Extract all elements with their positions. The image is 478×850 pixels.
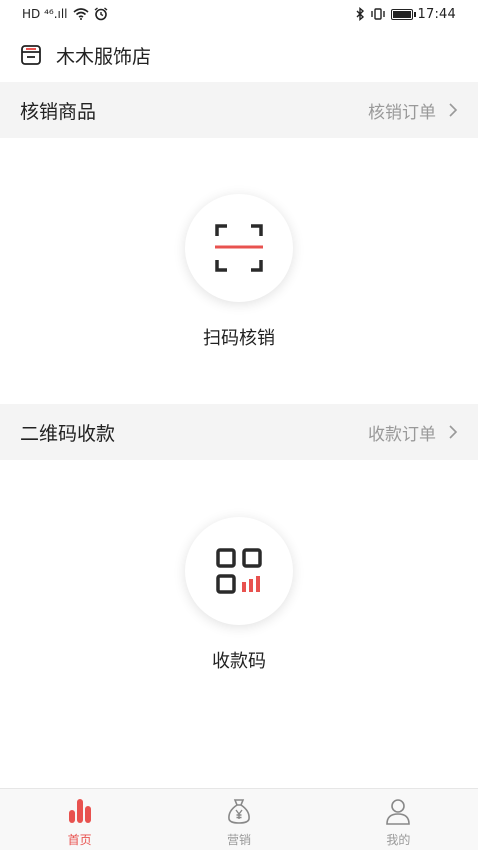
payment-code-action: 收款码 — [0, 517, 478, 673]
payment-code-button[interactable] — [185, 517, 293, 625]
status-left: HD ⁴⁶.ıll — [22, 7, 108, 21]
payment-code-label: 收款码 — [212, 651, 266, 672]
storefront-icon — [21, 45, 41, 65]
nav-item-home[interactable]: 首页 — [0, 789, 159, 850]
nav-item-marketing[interactable]: 营销 — [159, 789, 318, 850]
wifi-icon — [72, 8, 89, 20]
nav-label-marketing: 营销 — [226, 833, 251, 847]
bluetooth-icon — [356, 7, 364, 21]
user-icon — [386, 799, 411, 825]
qr-section-title: 二维码收款 — [20, 422, 116, 445]
scan-verify-label: 扫码核销 — [203, 328, 275, 349]
status-bar: HD ⁴⁶.ıll 17:44 — [0, 0, 478, 28]
nav-item-profile[interactable]: 我的 — [319, 789, 478, 850]
scan-icon — [215, 224, 263, 272]
payment-orders-label: 收款订单 — [368, 424, 436, 445]
status-time: 17:44 — [417, 6, 456, 22]
verify-orders-label: 核销订单 — [368, 102, 436, 123]
vibrate-icon — [370, 8, 385, 20]
verify-orders-link[interactable]: 核销订单 — [368, 98, 458, 123]
battery-icon — [390, 8, 416, 20]
money-bag-icon — [228, 799, 250, 824]
qr-code-icon — [216, 548, 262, 594]
scan-verify-action: 扫码核销 — [0, 194, 478, 350]
store-name: 木木服饰店 — [56, 45, 152, 68]
alarm-icon — [94, 7, 107, 21]
chevron-right-icon — [449, 103, 458, 117]
header: 木木服饰店 — [0, 28, 478, 82]
chevron-right-icon — [449, 425, 458, 439]
bar-chart-icon — [68, 799, 91, 823]
status-right: 17:44 — [355, 7, 456, 22]
qr-section-header: 二维码收款 收款订单 — [0, 404, 478, 460]
bottom-nav: 首页 营销 我的 — [0, 788, 478, 850]
network-indicator: HD ⁴⁶.ıll — [22, 7, 68, 21]
scan-verify-button[interactable] — [185, 194, 293, 302]
nav-label-profile: 我的 — [386, 833, 411, 847]
verify-section-title: 核销商品 — [20, 100, 97, 123]
nav-label-home: 首页 — [67, 833, 92, 847]
payment-orders-link[interactable]: 收款订单 — [368, 420, 458, 445]
verify-section-header: 核销商品 核销订单 — [0, 82, 478, 138]
